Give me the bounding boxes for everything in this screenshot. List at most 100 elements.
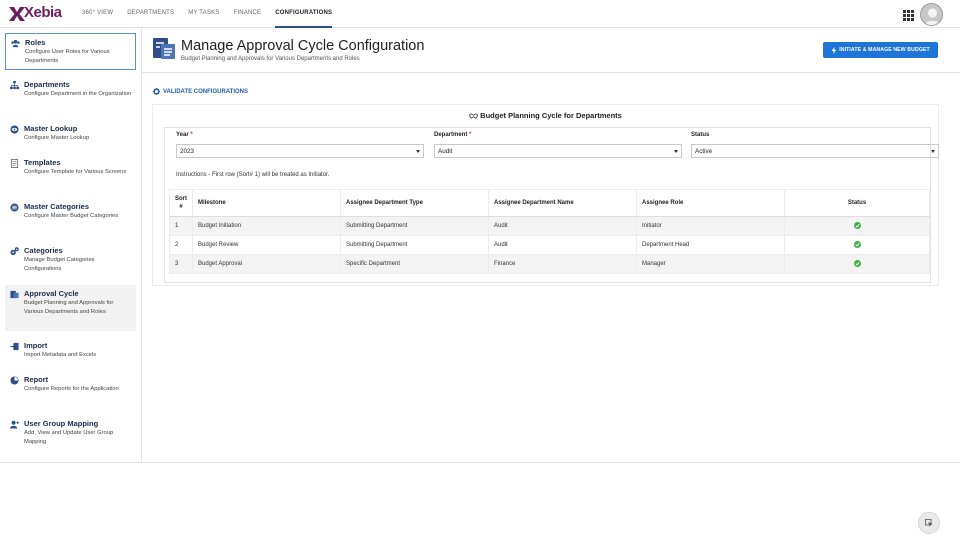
page-subtitle: Budget Planning and Approvals for Variou… bbox=[181, 56, 360, 62]
sidebar-item-approval-cycle[interactable]: Approval Cycle Budget Planning and Appro… bbox=[5, 285, 136, 331]
instructions-text: Instructions - First row (Sort# 1) will … bbox=[176, 172, 330, 178]
chevron-down-icon bbox=[674, 150, 678, 153]
sidebar-item-desc: Budget Planning and Approvals for Variou… bbox=[24, 300, 114, 315]
nav-finance[interactable]: FINANCE bbox=[233, 0, 261, 28]
validate-label: VALIDATE CONFIGURATIONS bbox=[163, 88, 248, 95]
cell-dept-name: Audit bbox=[488, 216, 637, 236]
user-avatar[interactable] bbox=[920, 3, 943, 26]
sidebar-item-templates[interactable]: Templates Configure Template for Various… bbox=[5, 154, 136, 181]
sidebar: Roles Configure User Roles for Various D… bbox=[0, 29, 142, 463]
sidebar-item-user-group-mapping[interactable]: User Group Mapping Add, View and Update … bbox=[5, 415, 136, 451]
col-dept-name: Assignee Department Name bbox=[488, 189, 637, 217]
nav-configurations[interactable]: CONFIGURATIONS bbox=[275, 0, 333, 28]
nav-departments[interactable]: DEPARTMENTS bbox=[127, 0, 174, 28]
cycle-config-panel: Year * 2023 Department * Audit Status Ac… bbox=[164, 127, 939, 283]
table-row[interactable]: 1 Budget Initiation Submitting Departmen… bbox=[169, 216, 930, 236]
user-silhouette-icon bbox=[923, 8, 942, 25]
status-value: Active bbox=[695, 147, 713, 155]
cell-status bbox=[784, 235, 930, 255]
sidebar-item-desc: Configure Template for Various Screens bbox=[24, 169, 127, 175]
sidebar-item-categories[interactable]: Categories Manage Budget Categories Conf… bbox=[5, 242, 136, 278]
cell-sort: 1 bbox=[169, 216, 193, 236]
milestone-table: Sort # Milestone Assignee Department Typ… bbox=[169, 189, 930, 274]
sidebar-item-desc: Configure Reports for the Application bbox=[24, 386, 119, 392]
handshake-icon bbox=[469, 112, 479, 119]
initiate-budget-button[interactable]: INITIATE & MANAGE NEW BUDGET bbox=[823, 42, 938, 58]
budget-cycle-card: Budget Planning Cycle for Departments Ye… bbox=[152, 104, 939, 286]
import-icon bbox=[10, 342, 19, 351]
logo-text: Xebia bbox=[24, 4, 62, 21]
col-sort-line1: Sort bbox=[175, 196, 187, 202]
sidebar-item-departments[interactable]: Departments Configure Department in the … bbox=[5, 76, 136, 103]
sidebar-item-title: Approval Cycle bbox=[24, 289, 79, 298]
database-icon bbox=[10, 203, 19, 212]
required-mark: * bbox=[190, 132, 193, 138]
cell-sort: 3 bbox=[169, 254, 193, 274]
gear-icon bbox=[153, 88, 160, 95]
check-circle-icon bbox=[853, 259, 861, 267]
department-select[interactable]: Audit bbox=[434, 144, 682, 158]
sidebar-item-title: Import bbox=[24, 341, 48, 350]
sidebar-item-title: Departments bbox=[24, 80, 70, 89]
status-label: Status bbox=[691, 132, 710, 138]
sidebar-item-import[interactable]: Import Import Metadata and Excels bbox=[5, 337, 136, 364]
cell-status bbox=[784, 216, 930, 236]
chart-circle-icon bbox=[10, 376, 19, 385]
status-select[interactable]: Active bbox=[691, 144, 939, 158]
cell-dept-name: Audit bbox=[488, 235, 637, 255]
sidebar-item-desc: Manage Budget Categories Configurations bbox=[24, 257, 95, 272]
table-header-row: Sort # Milestone Assignee Department Typ… bbox=[169, 189, 930, 217]
year-label-text: Year bbox=[176, 132, 189, 138]
sidebar-item-master-categories[interactable]: Master Categories Configure Master Budge… bbox=[5, 198, 136, 225]
cell-dept-type: Submitting Department bbox=[340, 216, 489, 236]
card-title: Budget Planning Cycle for Departments bbox=[153, 111, 938, 120]
floating-action-button[interactable] bbox=[918, 512, 940, 534]
col-sort-line2: # bbox=[179, 204, 183, 210]
validate-configurations-link[interactable]: VALIDATE CONFIGURATIONS bbox=[153, 88, 248, 95]
cell-role: Department Head bbox=[636, 235, 785, 255]
sitemap-icon bbox=[10, 81, 19, 90]
sidebar-item-desc: Configure User Roles for Various Departm… bbox=[25, 49, 110, 64]
sidebar-item-title: User Group Mapping bbox=[24, 419, 99, 428]
sidebar-item-report[interactable]: Report Configure Reports for the Applica… bbox=[5, 371, 136, 398]
col-sort: Sort # bbox=[169, 189, 193, 217]
cell-dept-name: Finance bbox=[488, 254, 637, 274]
sidebar-item-title: Report bbox=[24, 375, 49, 384]
department-value: Audit bbox=[438, 147, 453, 155]
sidebar-item-title: Master Categories bbox=[24, 202, 90, 211]
image-cursor-icon bbox=[925, 519, 933, 527]
year-select[interactable]: 2023 bbox=[176, 144, 424, 158]
nav-360-view[interactable]: 360° VIEW bbox=[82, 0, 113, 28]
sidebar-item-title: Master Lookup bbox=[24, 124, 78, 133]
check-circle-icon bbox=[853, 221, 861, 229]
chevron-down-icon bbox=[931, 150, 935, 153]
sidebar-item-desc: Add, View and Update User Group Mapping bbox=[24, 430, 114, 445]
table-row[interactable]: 3 Budget Approval Specific Department Fi… bbox=[169, 254, 930, 274]
nav-my-tasks[interactable]: MY TASKS bbox=[188, 0, 219, 28]
chevron-down-icon bbox=[416, 150, 420, 153]
document-icon bbox=[10, 159, 19, 168]
required-mark: * bbox=[469, 132, 472, 138]
lightning-icon bbox=[831, 46, 837, 54]
approval-icon bbox=[10, 290, 19, 299]
cell-milestone: Budget Approval bbox=[192, 254, 341, 274]
department-label-text: Department bbox=[434, 132, 468, 138]
sidebar-item-title: Categories bbox=[24, 246, 63, 255]
col-role: Assignee Role bbox=[636, 189, 785, 217]
table-row[interactable]: 2 Budget Review Submitting Department Au… bbox=[169, 235, 930, 255]
footer-divider bbox=[0, 462, 960, 463]
sidebar-item-master-lookup[interactable]: Master Lookup Configure Master Lookup bbox=[5, 120, 136, 147]
apps-grid-icon[interactable] bbox=[903, 10, 914, 21]
card-title-text: Budget Planning Cycle for Departments bbox=[480, 111, 622, 120]
eye-circle-icon bbox=[10, 125, 19, 134]
cogs-icon bbox=[10, 247, 19, 256]
sidebar-item-desc: Configure Department in the Organization bbox=[24, 91, 132, 97]
xebia-logo[interactable]: Xebia bbox=[8, 4, 66, 23]
cell-milestone: Budget Review bbox=[192, 235, 341, 255]
sidebar-item-desc: Configure Master Lookup bbox=[24, 135, 90, 141]
sidebar-item-desc: Configure Master Budget Categories bbox=[24, 213, 119, 219]
sidebar-item-roles[interactable]: Roles Configure User Roles for Various D… bbox=[5, 33, 136, 70]
cell-role: Initiator bbox=[636, 216, 785, 236]
user-group-icon bbox=[10, 420, 19, 429]
initiate-budget-label: INITIATE & MANAGE NEW BUDGET bbox=[839, 47, 930, 53]
